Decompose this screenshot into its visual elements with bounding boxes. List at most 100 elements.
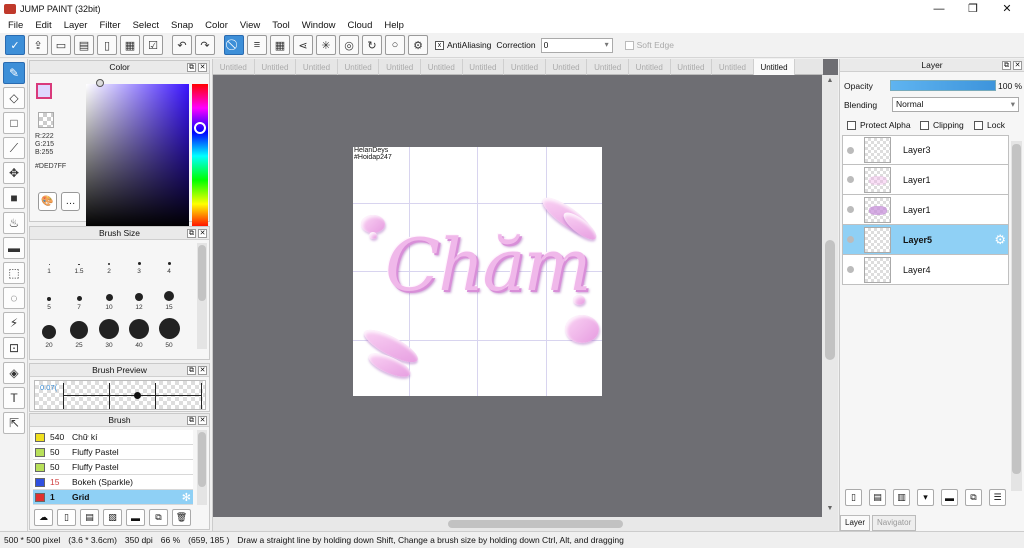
share-icon[interactable]: ⇪ xyxy=(28,35,48,55)
foreground-color-swatch[interactable] xyxy=(36,83,52,99)
duplicate-layer-icon[interactable]: ⧉ xyxy=(965,489,982,506)
cloud-sync-icon[interactable]: ✓ xyxy=(5,35,25,55)
menu-layer[interactable]: Layer xyxy=(58,20,94,31)
comment-icon[interactable]: ▭ xyxy=(51,35,71,55)
duplicate-brush-icon[interactable]: ⧉ xyxy=(149,509,168,526)
download-brush-icon[interactable]: ☁ xyxy=(34,509,53,526)
menu-snap[interactable]: Snap xyxy=(165,20,199,31)
layer-item[interactable]: Layer4 xyxy=(842,255,1009,285)
magic-wand-tool-icon[interactable]: ⚡ xyxy=(3,312,25,334)
brush-size-option[interactable]: 1 xyxy=(34,243,64,275)
menu-filter[interactable]: Filter xyxy=(93,20,126,31)
new-brush-icon[interactable]: ▯ xyxy=(57,509,76,526)
document-tab[interactable]: Untitled xyxy=(629,59,671,75)
palette-icon[interactable]: 🎨 xyxy=(38,192,57,211)
brush-list-scrollbar[interactable] xyxy=(197,430,207,505)
lasso-tool-icon[interactable]: ◌ xyxy=(3,287,25,309)
gradient-line-tool-icon[interactable]: ⟋ xyxy=(3,137,25,159)
new-layer-icon[interactable]: ▯ xyxy=(845,489,862,506)
menu-edit[interactable]: Edit xyxy=(29,20,57,31)
document-tab[interactable]: Untitled xyxy=(587,59,629,75)
layer-item[interactable]: Layer1 xyxy=(842,165,1009,195)
redo-icon[interactable]: ↷ xyxy=(195,35,215,55)
select-eraser-tool-icon[interactable]: ◈ xyxy=(3,362,25,384)
brush-item[interactable]: 50 Fluffy Pastel xyxy=(33,460,193,475)
tab-layer[interactable]: Layer xyxy=(840,515,871,531)
menu-color[interactable]: Color xyxy=(199,20,234,31)
document-tab[interactable]: Untitled xyxy=(213,59,255,75)
panel-close-icon[interactable]: ✕ xyxy=(198,416,207,425)
brush-size-option[interactable]: 20 xyxy=(34,317,64,349)
minimize-button[interactable]: — xyxy=(922,0,956,17)
panel-close-icon[interactable]: ✕ xyxy=(1013,61,1022,70)
correction-select[interactable]: 0 xyxy=(540,37,613,53)
page-icon[interactable]: ▦ xyxy=(120,35,140,55)
document-tab[interactable]: Untitled xyxy=(421,59,463,75)
document-tab[interactable]: Untitled xyxy=(379,59,421,75)
concentric-snap-icon[interactable]: ◎ xyxy=(339,35,359,55)
brush-item[interactable]: 540 Chữ kí xyxy=(33,430,193,445)
document-tab[interactable]: Untitled xyxy=(671,59,713,75)
layer-visibility-toggle[interactable] xyxy=(847,176,854,183)
brush-settings-file-icon[interactable]: ▧ xyxy=(103,509,122,526)
panel-close-icon[interactable]: ✕ xyxy=(198,366,207,375)
gradient-tool-icon[interactable]: ▬ xyxy=(3,237,25,259)
menu-view[interactable]: View xyxy=(234,20,266,31)
move-tool-icon[interactable]: ✥ xyxy=(3,162,25,184)
note-icon[interactable]: ▤ xyxy=(74,35,94,55)
canvas-vertical-scrollbar[interactable]: ▲ ▼ xyxy=(822,75,838,531)
panel-float-icon[interactable]: ⧉ xyxy=(187,229,196,238)
layer-item[interactable]: Layer3 xyxy=(842,135,1009,165)
menu-file[interactable]: File xyxy=(2,20,29,31)
hue-slider[interactable] xyxy=(192,84,208,228)
panel-float-icon[interactable]: ⧉ xyxy=(187,63,196,72)
panel-float-icon[interactable]: ⧉ xyxy=(1002,61,1011,70)
brush-item-selected[interactable]: 1 Grid ✻ xyxy=(33,490,193,505)
new-8bit-layer-icon[interactable]: ▤ xyxy=(869,489,886,506)
menu-help[interactable]: Help xyxy=(378,20,410,31)
brush-size-option[interactable]: 25 xyxy=(64,317,94,349)
brush-size-option[interactable]: 12 xyxy=(124,279,154,311)
antialiasing-checkbox[interactable]: x xyxy=(435,40,444,50)
panel-float-icon[interactable]: ⧉ xyxy=(187,366,196,375)
brush-item[interactable]: 50 Fluffy Pastel xyxy=(33,445,193,460)
clipping-checkbox[interactable] xyxy=(920,120,929,130)
document-tab[interactable]: Untitled xyxy=(463,59,505,75)
brush-settings-icon[interactable]: ✻ xyxy=(182,491,191,504)
perspective-snap-icon[interactable]: ⋖ xyxy=(293,35,313,55)
brush-item[interactable]: 15 Bokeh (Sparkle) xyxy=(33,475,193,490)
brush-size-option[interactable]: 5 xyxy=(34,279,64,311)
maximize-button[interactable]: ❐ xyxy=(956,0,990,17)
tab-navigator[interactable]: Navigator xyxy=(872,515,917,531)
menu-tool[interactable]: Tool xyxy=(266,20,295,31)
document-tab-active[interactable]: Untitled xyxy=(753,59,796,75)
snap-settings-icon[interactable]: ⚙ xyxy=(408,35,428,55)
checklist-icon[interactable]: ☑ xyxy=(143,35,163,55)
layer-visibility-toggle[interactable] xyxy=(847,266,854,273)
parallel-snap-icon[interactable]: ≡ xyxy=(247,35,267,55)
brush-size-option[interactable]: 7 xyxy=(64,279,94,311)
select-pen-tool-icon[interactable]: ⊡ xyxy=(3,337,25,359)
circle-snap-icon[interactable]: ○ xyxy=(385,35,405,55)
layer-type-dropdown-icon[interactable]: ▾ xyxy=(917,489,934,506)
layer-list-scrollbar[interactable] xyxy=(1011,141,1022,491)
curve-snap-icon[interactable]: ↻ xyxy=(362,35,382,55)
layer-visibility-toggle[interactable] xyxy=(847,146,854,154)
layer-visibility-toggle[interactable] xyxy=(847,206,854,213)
layer-item[interactable]: Layer1 xyxy=(842,195,1009,225)
canvas-workspace[interactable]: Untitled Untitled Untitled Untitled Unti… xyxy=(212,59,838,531)
new-1bit-layer-icon[interactable]: ▥ xyxy=(893,489,910,506)
panel-close-icon[interactable]: ✕ xyxy=(198,229,207,238)
saturation-value-picker[interactable] xyxy=(86,84,189,228)
brush-size-option[interactable]: 2 xyxy=(94,243,124,275)
fill-rect-tool-icon[interactable]: ■ xyxy=(3,187,25,209)
document-tab[interactable]: Untitled xyxy=(255,59,297,75)
transparent-color-swatch[interactable] xyxy=(38,112,54,128)
rect-select-tool-icon[interactable]: ⬚ xyxy=(3,262,25,284)
opacity-slider[interactable] xyxy=(890,80,996,91)
document-icon[interactable]: ▯ xyxy=(97,35,117,55)
brush-size-option[interactable]: 50 xyxy=(154,317,184,349)
blending-select[interactable]: Normal xyxy=(892,97,1019,112)
bucket-tool-icon[interactable]: ♨ xyxy=(3,212,25,234)
operation-tool-icon[interactable]: ⇱ xyxy=(3,412,25,434)
